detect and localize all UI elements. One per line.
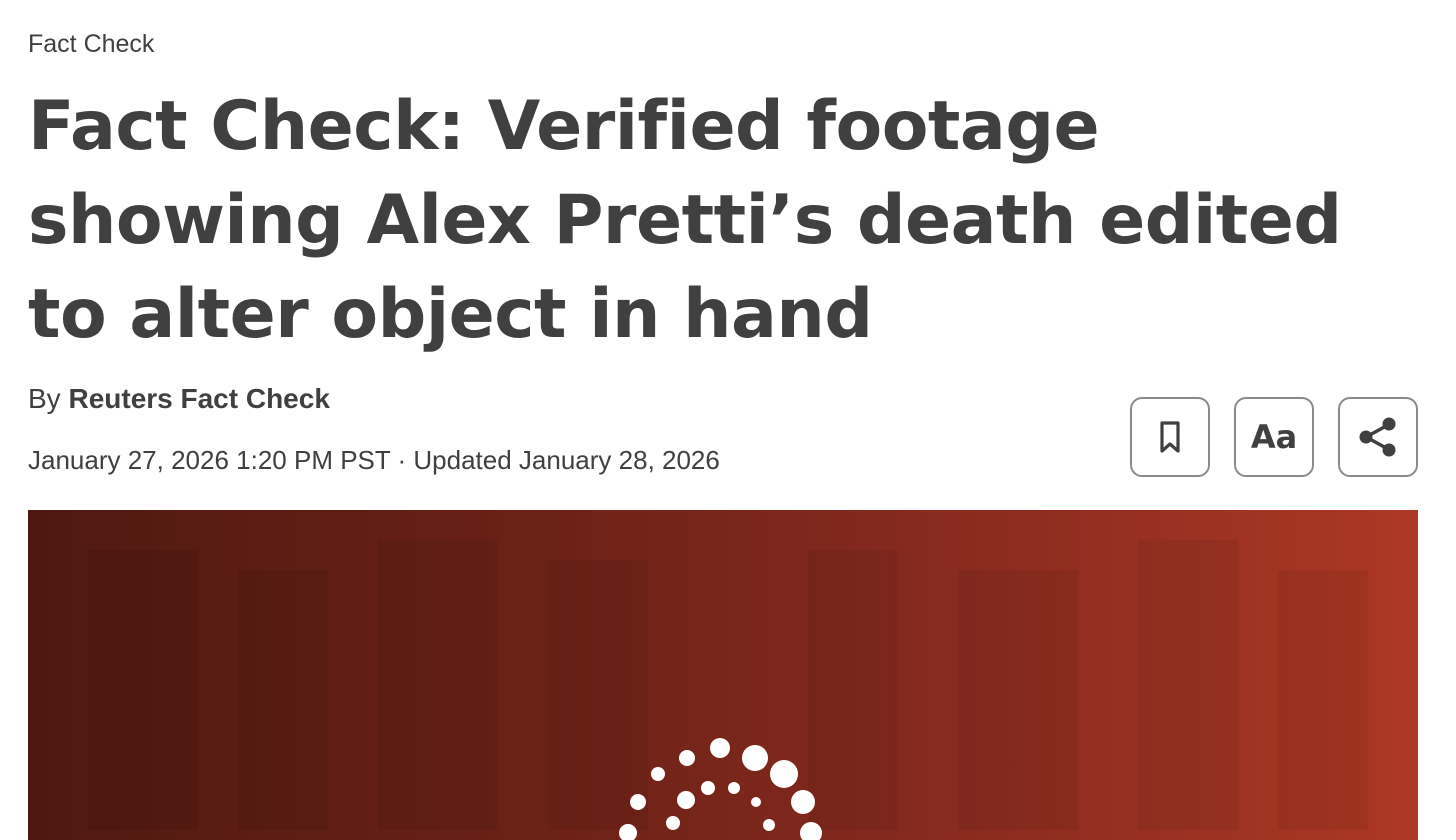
- article-tools: Aa: [1130, 397, 1418, 477]
- bookmark-icon: [1160, 421, 1180, 453]
- bookmark-button[interactable]: [1130, 397, 1210, 477]
- publish-dateline: January 27, 2026 1:20 PM PST · Updated J…: [28, 445, 720, 475]
- author-link[interactable]: Reuters Fact Check: [68, 383, 329, 414]
- text-size-icon: Aa: [1250, 418, 1298, 456]
- section-link-fact-check[interactable]: Fact Check: [28, 29, 154, 59]
- share-icon: [1359, 417, 1396, 457]
- reuters-dot-logo: [619, 738, 822, 840]
- share-button[interactable]: [1338, 397, 1418, 477]
- byline-prefix: By: [28, 383, 61, 414]
- byline: By Reuters Fact Check: [28, 382, 330, 416]
- hero-graphic: [88, 540, 1368, 840]
- article-headline: Fact Check: Verified footage showing Ale…: [28, 87, 1342, 354]
- hero-image: [28, 510, 1418, 840]
- text-size-button[interactable]: Aa: [1234, 397, 1314, 477]
